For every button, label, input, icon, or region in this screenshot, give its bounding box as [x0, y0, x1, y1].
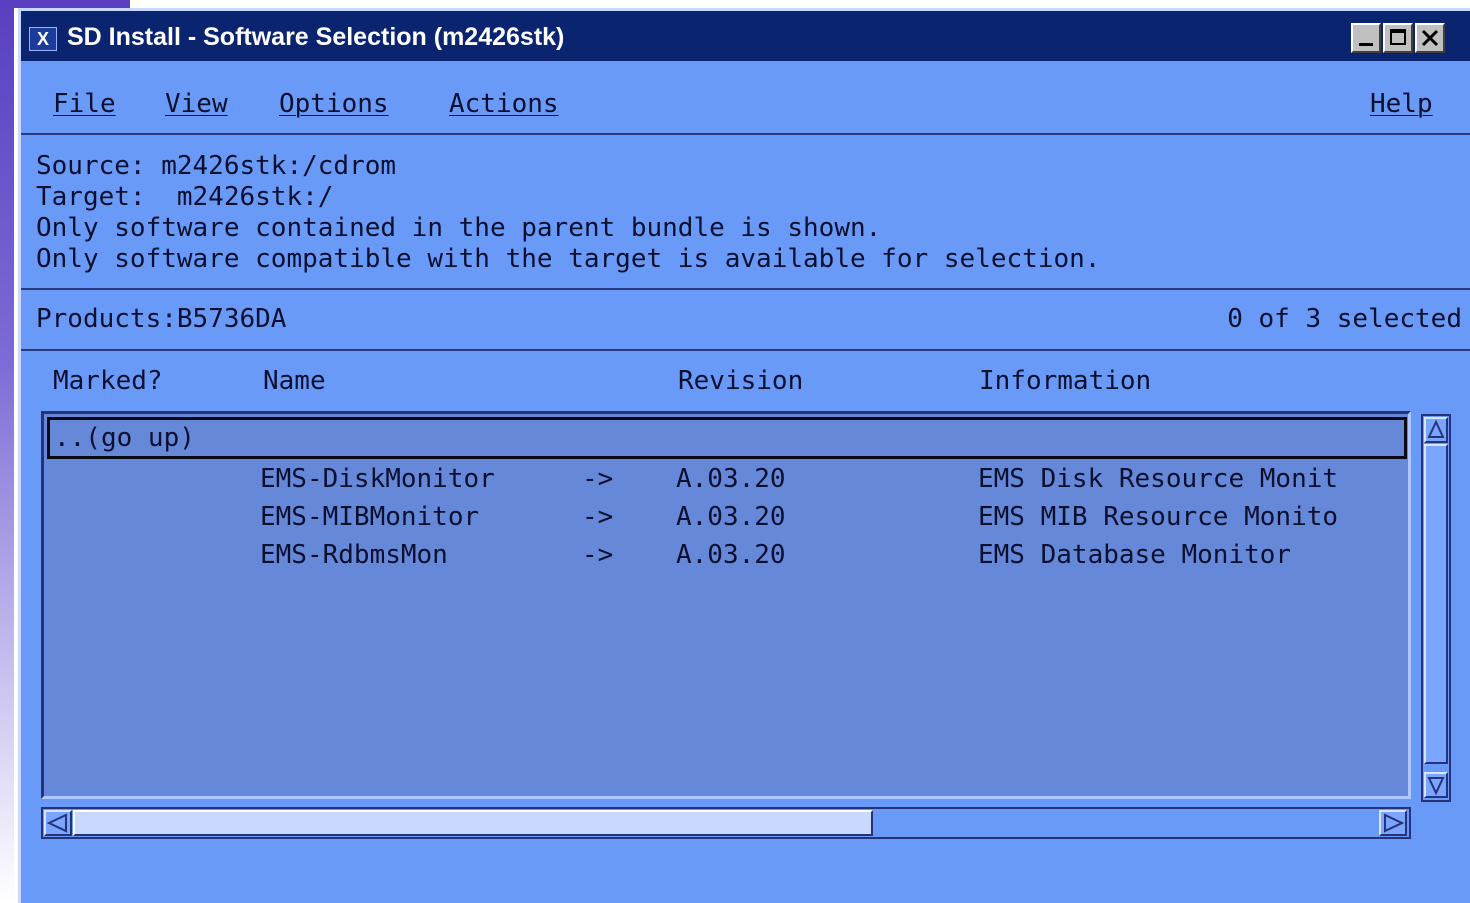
bundle-note: Only software contained in the parent bu… — [36, 213, 882, 243]
minimize-icon — [1359, 43, 1373, 46]
sd-install-window: X SD Install - Software Selection (m2426… — [18, 8, 1470, 903]
maximize-button[interactable] — [1383, 23, 1413, 53]
menubar: File View Options Actions Help — [21, 63, 1470, 135]
go-up-label: ..(go up) — [54, 423, 195, 453]
table-row[interactable]: EMS-MIBMonitor -> A.03.20 EMS MIB Resour… — [44, 498, 1408, 536]
window-title: SD Install - Software Selection (m2426st… — [67, 23, 565, 51]
slide-background-bar — [0, 0, 14, 903]
products-label: Products:B5736DA — [36, 304, 287, 334]
row-information: EMS MIB Resource Monito — [978, 502, 1339, 532]
divider — [21, 288, 1470, 290]
target-line: Target: m2426stk:/ — [36, 182, 334, 212]
table-row[interactable]: EMS-DiskMonitor -> A.03.20 EMS Disk Reso… — [44, 460, 1408, 498]
info-panel: Source: m2426stk:/cdrom Target: m2426stk:… — [36, 151, 1100, 275]
minimize-button[interactable] — [1351, 23, 1381, 53]
source-line: Source: m2426stk:/cdrom — [36, 151, 397, 181]
maximize-icon — [1390, 29, 1406, 45]
column-header-name[interactable]: Name — [263, 366, 326, 396]
divider — [21, 349, 1470, 351]
row-information: EMS Disk Resource Monit — [978, 464, 1339, 494]
slide-background-accent — [0, 0, 130, 8]
row-revision: A.03.20 — [676, 464, 786, 494]
close-button[interactable] — [1415, 23, 1445, 53]
scroll-left-icon — [46, 813, 67, 833]
compat-note: Only software compatible with the target… — [36, 244, 1101, 274]
row-name: EMS-MIBMonitor — [260, 502, 480, 532]
x-window-icon[interactable]: X — [29, 27, 57, 51]
row-information: EMS Database Monitor — [978, 540, 1292, 570]
scroll-down-icon — [1427, 777, 1445, 796]
menu-view[interactable]: View — [165, 89, 228, 119]
scroll-up-icon — [1427, 419, 1445, 438]
horizontal-scroll-thumb[interactable] — [73, 810, 873, 836]
column-header-information[interactable]: Information — [979, 366, 1151, 396]
scroll-up-button[interactable] — [1424, 417, 1448, 443]
column-header-revision[interactable]: Revision — [678, 366, 803, 396]
table-row[interactable]: EMS-RdbmsMon -> A.03.20 EMS Database Mon… — [44, 536, 1408, 574]
scroll-right-icon — [1384, 813, 1405, 833]
scroll-down-button[interactable] — [1424, 772, 1448, 798]
list-item-go-up[interactable]: ..(go up) — [47, 417, 1407, 459]
vertical-scroll-thumb[interactable] — [1424, 444, 1448, 764]
horizontal-scrollbar[interactable] — [41, 807, 1411, 839]
menu-help[interactable]: Help — [1370, 89, 1433, 119]
row-revision: A.03.20 — [676, 540, 786, 570]
column-header-marked[interactable]: Marked? — [53, 366, 163, 396]
scroll-right-button[interactable] — [1379, 810, 1407, 836]
software-list[interactable]: ..(go up) EMS-DiskMonitor -> A.03.20 EMS… — [41, 411, 1411, 799]
row-name: EMS-DiskMonitor — [260, 464, 495, 494]
vertical-scrollbar[interactable] — [1421, 414, 1451, 802]
menu-file[interactable]: File — [53, 89, 116, 119]
scroll-left-button[interactable] — [44, 810, 72, 836]
window-titlebar[interactable]: X SD Install - Software Selection (m2426… — [21, 11, 1470, 61]
menu-actions[interactable]: Actions — [449, 89, 559, 119]
row-arrow: -> — [582, 464, 614, 494]
selected-count: 0 of 3 selected — [1227, 304, 1462, 334]
row-arrow: -> — [582, 540, 614, 570]
menu-options[interactable]: Options — [279, 89, 389, 119]
row-name: EMS-RdbmsMon — [260, 540, 448, 570]
row-arrow: -> — [582, 502, 614, 532]
row-revision: A.03.20 — [676, 502, 786, 532]
close-icon — [1421, 29, 1439, 47]
